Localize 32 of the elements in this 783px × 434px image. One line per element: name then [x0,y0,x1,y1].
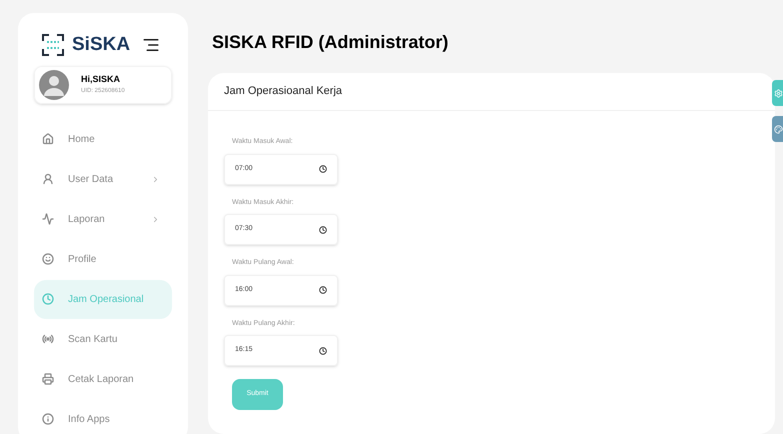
sidebar-item[interactable]: Scan Kartu [34,320,172,358]
user-icon [42,173,54,185]
settings-tab[interactable] [772,80,783,106]
home-icon [42,133,54,145]
smile-icon [42,253,54,265]
clock-icon [319,226,327,234]
sidebar-item[interactable]: Home [34,120,172,158]
sidebar-item[interactable]: Profile [34,240,172,278]
clock-icon [319,286,327,294]
info-icon [42,413,54,425]
clock-icon [42,293,54,305]
card-title: Jam Operasioanal Kerja [224,84,342,100]
user-greeting: Hi,SISKA [81,73,122,86]
clock-icon [319,165,327,173]
theme-tab[interactable] [772,116,783,142]
sidebar-item[interactable]: Info Apps [34,400,172,434]
chevron-icon [151,174,160,184]
palette-icon [774,124,783,134]
signal-icon [42,333,54,345]
sidebar-item[interactable]: Cetak Laporan [34,360,172,398]
sidebar-item[interactable]: Jam Operasional [34,280,172,318]
brand-name: SiSKA [72,33,130,57]
sidebar-item[interactable]: Laporan [34,200,172,238]
page-title: SISKA RFID (Administrator) [212,31,450,54]
pulse-icon [42,213,54,225]
printer-icon [42,373,54,385]
gear-icon [774,88,783,98]
clock-icon [319,346,327,354]
scan-logo-icon [42,34,64,56]
chevron-icon [151,214,160,224]
sidebar-item[interactable]: User Data [34,160,172,198]
avatar-icon [39,70,69,100]
